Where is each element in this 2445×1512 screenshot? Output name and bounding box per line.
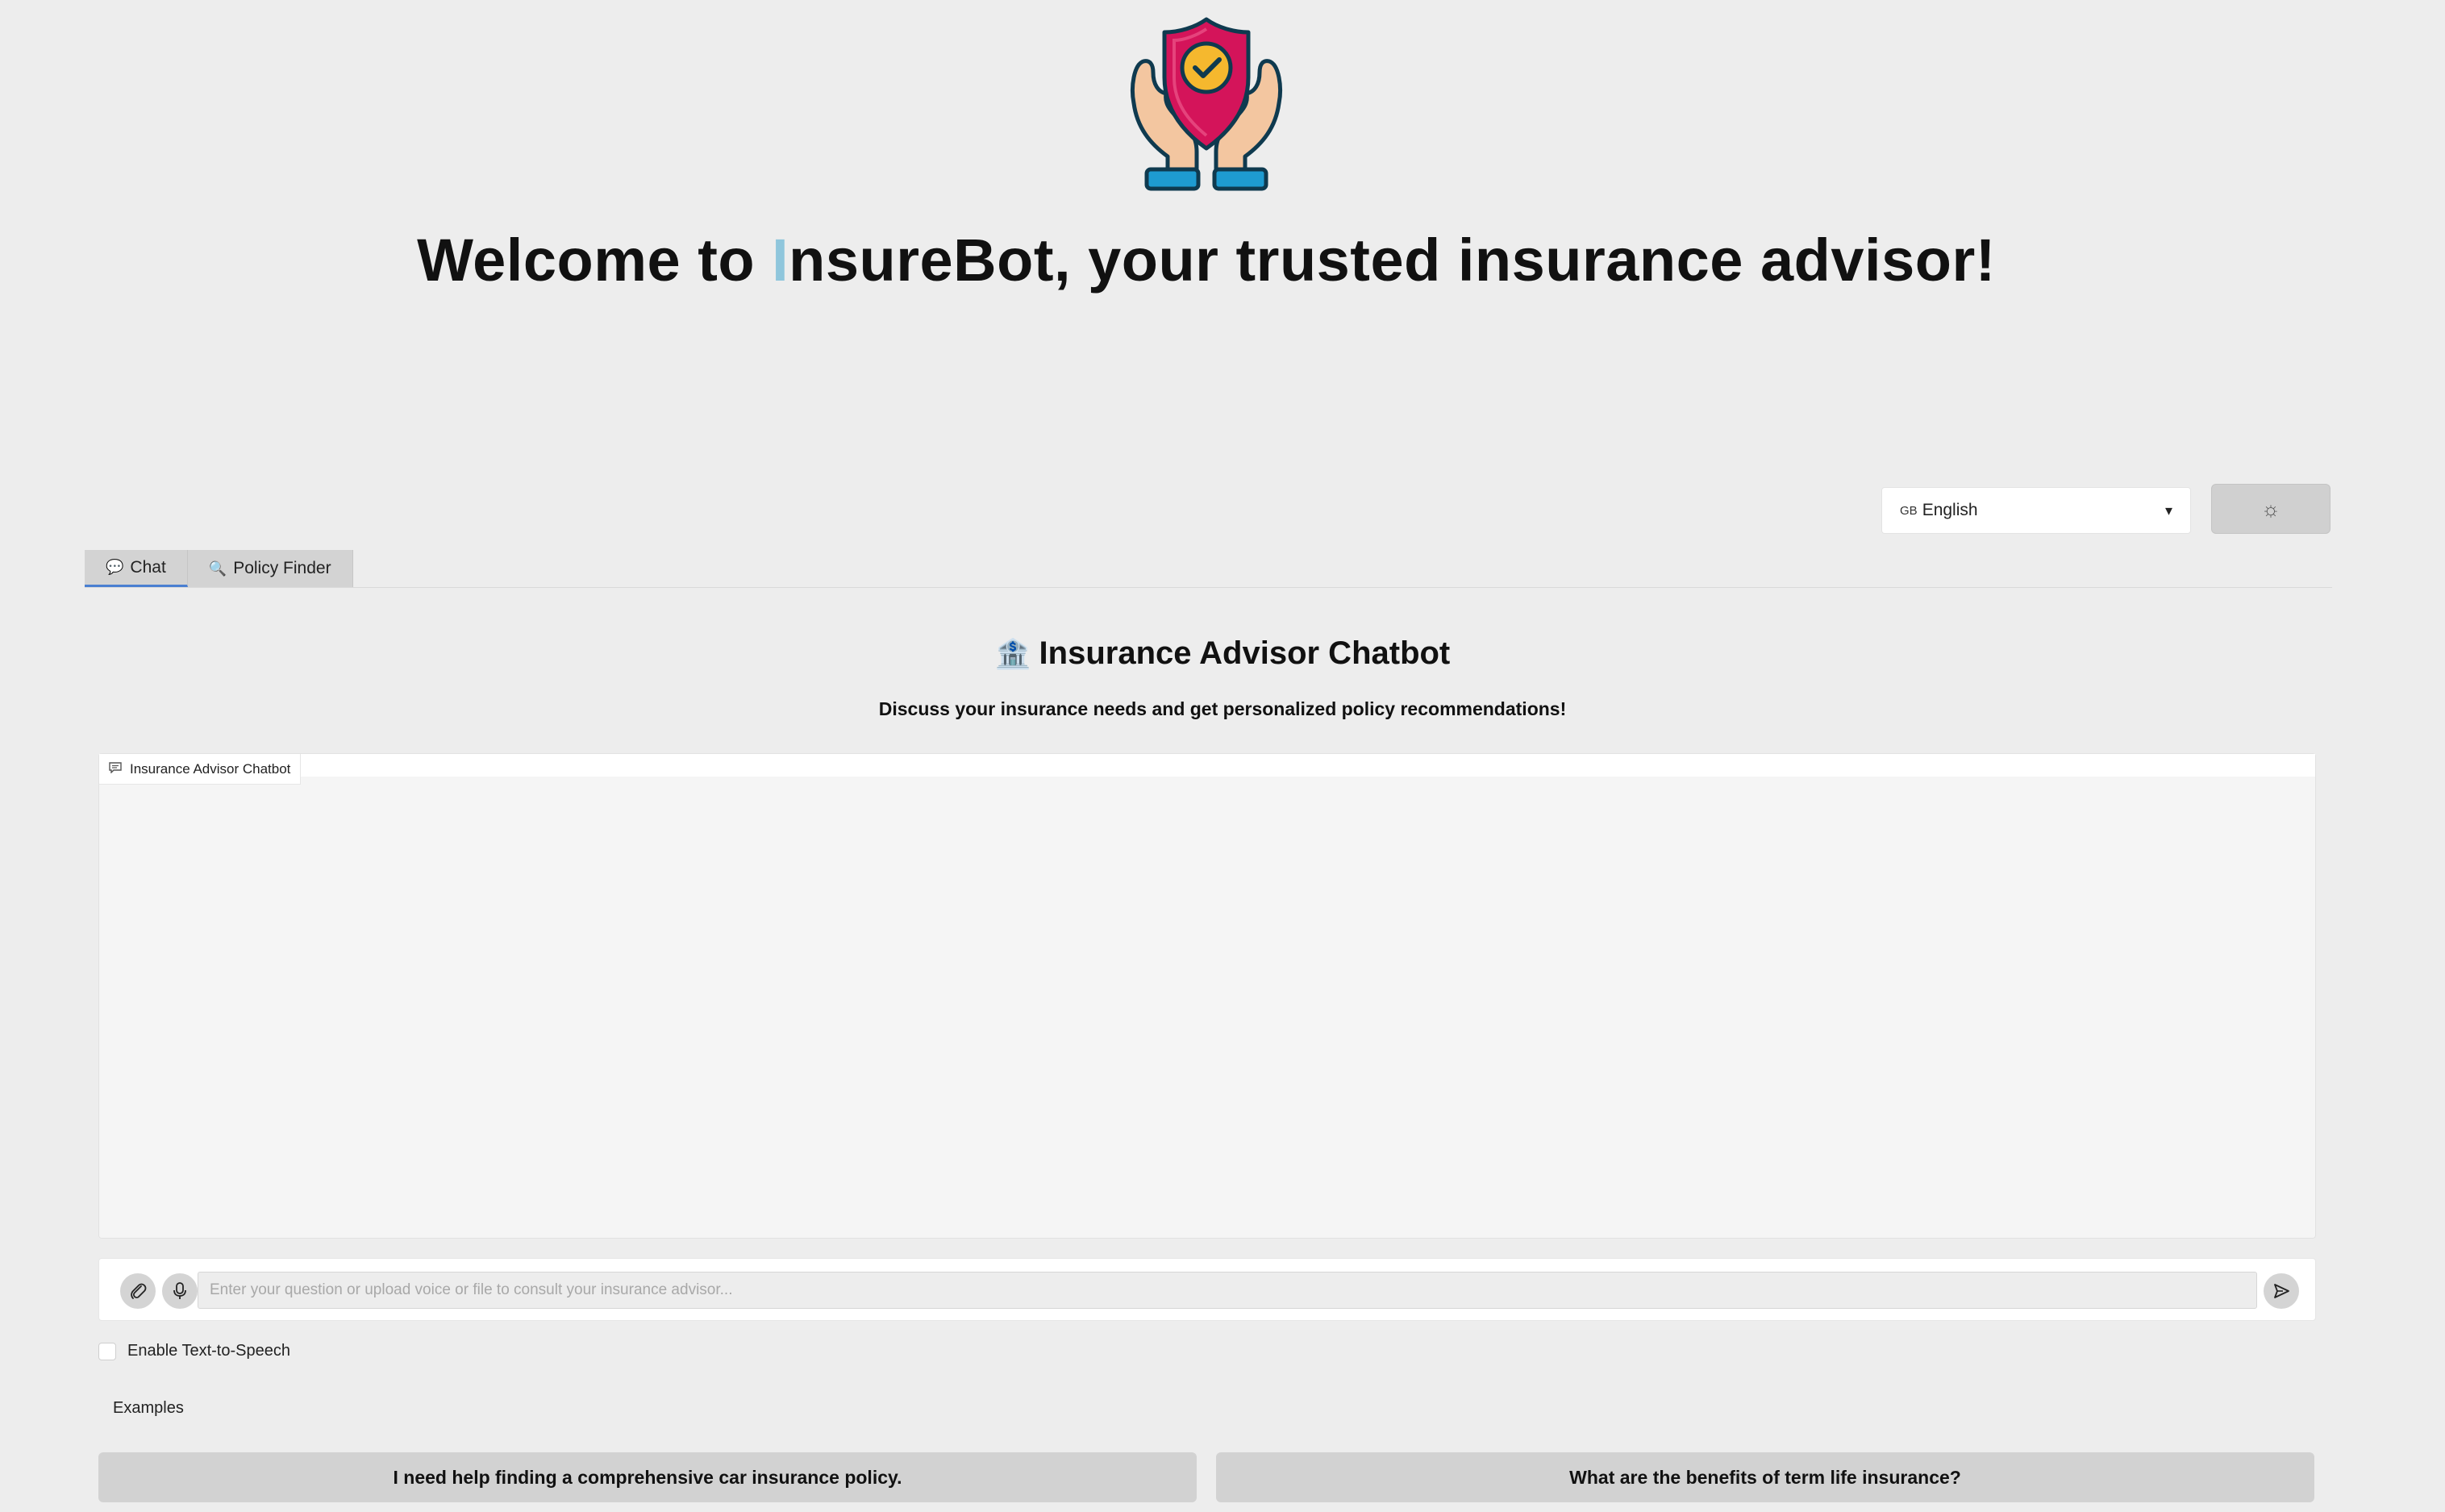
tts-checkbox[interactable] — [98, 1342, 116, 1360]
chat-icon — [109, 762, 122, 776]
attach-file-button[interactable] — [120, 1273, 156, 1309]
tts-label: Enable Text-to-Speech — [127, 1342, 290, 1360]
tab-policy-finder[interactable]: 🔍 Policy Finder — [187, 550, 353, 587]
welcome-prefix: Welcome to — [417, 227, 773, 294]
bank-icon: 🏦 — [994, 637, 1031, 670]
language-selected: English — [1922, 501, 1978, 519]
chat-title-text: Insurance Advisor Chatbot — [1039, 635, 1451, 671]
theme-toggle-button[interactable]: ☼ — [2211, 484, 2330, 534]
chatbot-label-text: Insurance Advisor Chatbot — [130, 760, 291, 777]
example-button-term-life[interactable]: What are the benefits of term life insur… — [1216, 1452, 2314, 1502]
send-button[interactable] — [2264, 1273, 2299, 1309]
magnifier-icon: 🔍 — [208, 560, 227, 577]
sun-icon: ☼ — [2261, 496, 2280, 521]
speech-bubble-icon: 💬 — [106, 559, 124, 575]
examples-label: Examples — [113, 1399, 184, 1417]
tts-toggle: Enable Text-to-Speech — [98, 1342, 290, 1360]
example-button-car-insurance[interactable]: I need help finding a comprehensive car … — [98, 1452, 1197, 1502]
paperclip-icon — [131, 1283, 147, 1299]
chatbot-label: Insurance Advisor Chatbot — [99, 754, 302, 785]
message-input[interactable] — [198, 1272, 2257, 1309]
tab-bar: 💬 Chat 🔍 Policy Finder — [85, 550, 353, 587]
tab-divider — [85, 587, 2332, 588]
tab-chat[interactable]: 💬 Chat — [85, 550, 188, 587]
send-icon — [2274, 1284, 2289, 1298]
welcome-title: Welcome to InsureBot, your trusted insur… — [0, 226, 2413, 294]
tab-policy-finder-label: Policy Finder — [233, 559, 331, 577]
gb-flag-icon: GB — [1900, 503, 1918, 518]
language-dropdown[interactable]: GB English ▾ — [1881, 487, 2191, 534]
message-input-bar — [98, 1258, 2316, 1321]
microphone-button[interactable] — [162, 1273, 198, 1309]
caret-down-icon: ▾ — [2164, 502, 2172, 519]
tab-chat-label: Chat — [130, 557, 166, 577]
welcome-highlight-i: I — [772, 227, 789, 294]
microphone-icon — [173, 1282, 186, 1299]
welcome-suffix: nsureBot, your trusted insurance advisor… — [789, 227, 1996, 294]
chat-subtitle: Discuss your insurance needs and get per… — [878, 698, 1567, 719]
chatbot-label-bar — [99, 754, 2315, 777]
page: Welcome to InsureBot, your trusted insur… — [0, 0, 2445, 1512]
chat-section-title: 🏦 Insurance Advisor Chatbot — [0, 635, 2445, 672]
insurebot-logo — [1131, 17, 1282, 191]
chatbot-panel[interactable]: Insurance Advisor Chatbot — [98, 753, 2316, 1239]
